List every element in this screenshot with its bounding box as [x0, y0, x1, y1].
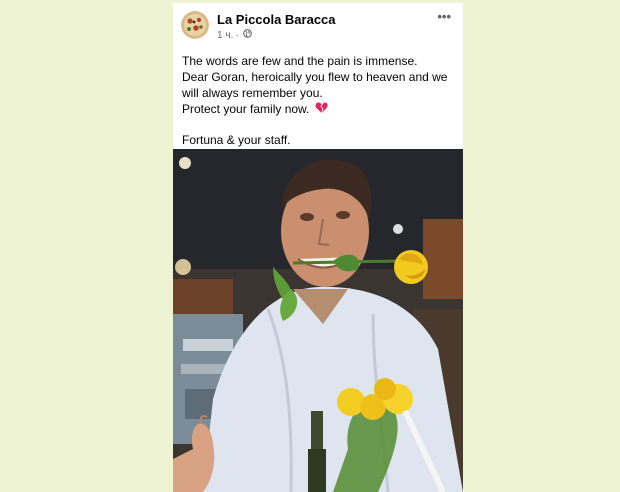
post-text-line: Protect your family now.	[182, 102, 310, 116]
post-signature: Fortuna & your staff.	[182, 133, 291, 147]
post-text-line-with-heart: Protect your family now.	[182, 101, 457, 118]
post-photo[interactable]	[173, 149, 463, 492]
page-avatar[interactable]	[181, 11, 209, 39]
post-card: La Piccola Baracca 1 ч. · ••• The words …	[173, 3, 463, 492]
page-name-link[interactable]: La Piccola Baracca	[217, 12, 336, 27]
broken-heart-icon	[315, 102, 328, 118]
meta-separator: ·	[235, 29, 239, 41]
post-text-line: The words are few and the pain is immens…	[182, 54, 418, 68]
post-header: La Piccola Baracca 1 ч. · •••	[173, 3, 463, 43]
more-options-button[interactable]: •••	[437, 9, 451, 24]
globe-icon	[242, 29, 252, 41]
post-time[interactable]: 1 ч.	[217, 30, 233, 41]
post-meta: 1 ч. ·	[217, 29, 252, 41]
post-text-line: will always remember you.	[182, 86, 323, 100]
post-text-line: Dear Goran, heroically you flew to heave…	[182, 70, 448, 84]
post-message: The words are few and the pain is immens…	[182, 53, 457, 148]
